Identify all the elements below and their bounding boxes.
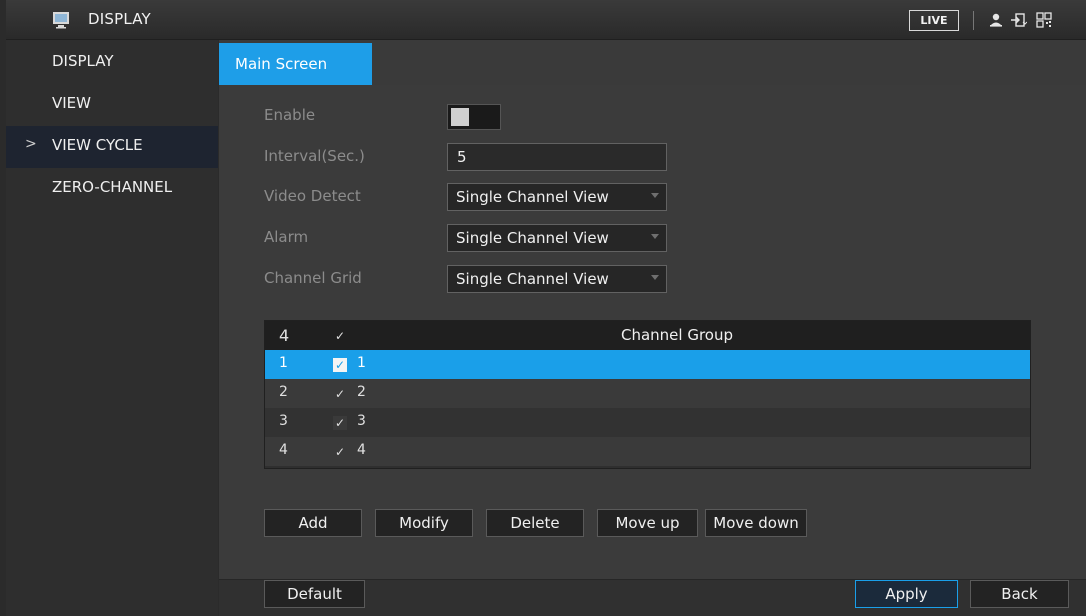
toggle-knob xyxy=(451,108,469,126)
alarm-label: Alarm xyxy=(264,228,309,246)
monitor-icon xyxy=(53,12,69,29)
back-button[interactable]: Back xyxy=(970,580,1069,608)
row-index: 4 xyxy=(279,442,288,458)
modify-button[interactable]: Modify xyxy=(375,509,473,537)
live-button[interactable]: LIVE xyxy=(909,10,959,31)
sidebar-item-label: ZERO-CHANNEL xyxy=(52,178,173,196)
enable-toggle[interactable] xyxy=(447,104,501,130)
row-channel-group: 1 xyxy=(357,355,366,371)
enable-label: Enable xyxy=(264,106,316,124)
qr-code-icon[interactable] xyxy=(1035,11,1053,29)
row-checkbox[interactable]: ✓ xyxy=(333,416,347,430)
logout-icon[interactable] xyxy=(1009,11,1027,29)
row-checkbox[interactable]: ✓ xyxy=(333,358,347,372)
chevron-right-icon: > xyxy=(25,136,37,152)
delete-button[interactable]: Delete xyxy=(486,509,584,537)
sidebar: DISPLAY VIEW > VIEW CYCLE ZERO-CHANNEL xyxy=(6,40,218,616)
video-detect-label: Video Detect xyxy=(264,187,361,205)
channel-grid-label: Channel Grid xyxy=(264,269,362,287)
interval-input[interactable]: 5 xyxy=(447,143,667,171)
sidebar-item-label: DISPLAY xyxy=(52,52,114,70)
page-title: DISPLAY xyxy=(88,10,151,28)
dropdown-arrow-icon xyxy=(651,234,659,239)
video-detect-select[interactable]: Single Channel View xyxy=(447,183,667,211)
row-channel-group: 4 xyxy=(357,442,366,458)
apply-button[interactable]: Apply xyxy=(855,580,958,608)
table-row[interactable]: 3 ✓ 3 xyxy=(265,408,1030,437)
sidebar-item-label: VIEW xyxy=(52,94,91,112)
column-header-channel-group: Channel Group xyxy=(621,326,734,344)
default-button[interactable]: Default xyxy=(264,580,365,608)
tab-main-screen[interactable]: Main Screen xyxy=(219,43,372,85)
channel-group-table: 4 ✓ Channel Group 1 ✓ 1 2 ✓ 2 3 ✓ 3 4 ✓ … xyxy=(264,320,1031,469)
sidebar-item-view-cycle[interactable]: > VIEW CYCLE xyxy=(6,126,218,168)
row-index: 1 xyxy=(279,355,288,371)
table-row[interactable]: 4 ✓ 4 xyxy=(265,437,1030,466)
move-down-button[interactable]: Move down xyxy=(705,509,807,537)
row-channel-group: 2 xyxy=(357,384,366,400)
user-icon[interactable] xyxy=(987,11,1005,29)
sidebar-item-display[interactable]: DISPLAY xyxy=(6,42,218,84)
channel-grid-select[interactable]: Single Channel View xyxy=(447,265,667,293)
table-row[interactable]: 1 ✓ 1 xyxy=(265,350,1030,379)
dropdown-arrow-icon xyxy=(651,275,659,280)
table-header: 4 ✓ Channel Group xyxy=(265,321,1030,350)
video-detect-value: Single Channel View xyxy=(456,188,609,206)
table-row[interactable]: 2 ✓ 2 xyxy=(265,379,1030,408)
select-all-checkbox[interactable]: ✓ xyxy=(333,329,347,343)
interval-label: Interval(Sec.) xyxy=(264,147,365,165)
row-checkbox[interactable]: ✓ xyxy=(333,387,347,401)
row-index: 3 xyxy=(279,413,288,429)
header-count: 4 xyxy=(279,326,290,345)
row-index: 2 xyxy=(279,384,288,400)
sidebar-item-view[interactable]: VIEW xyxy=(6,84,218,126)
row-channel-group: 3 xyxy=(357,413,366,429)
alarm-select[interactable]: Single Channel View xyxy=(447,224,667,252)
top-bar: DISPLAY LIVE xyxy=(6,0,1086,40)
channel-grid-value: Single Channel View xyxy=(456,270,609,288)
row-checkbox[interactable]: ✓ xyxy=(333,445,347,459)
sidebar-item-zero-channel[interactable]: ZERO-CHANNEL xyxy=(6,168,218,210)
alarm-value: Single Channel View xyxy=(456,229,609,247)
sidebar-item-label: VIEW CYCLE xyxy=(52,136,143,154)
divider xyxy=(973,11,974,30)
move-up-button[interactable]: Move up xyxy=(597,509,698,537)
add-button[interactable]: Add xyxy=(264,509,362,537)
dropdown-arrow-icon xyxy=(651,193,659,198)
